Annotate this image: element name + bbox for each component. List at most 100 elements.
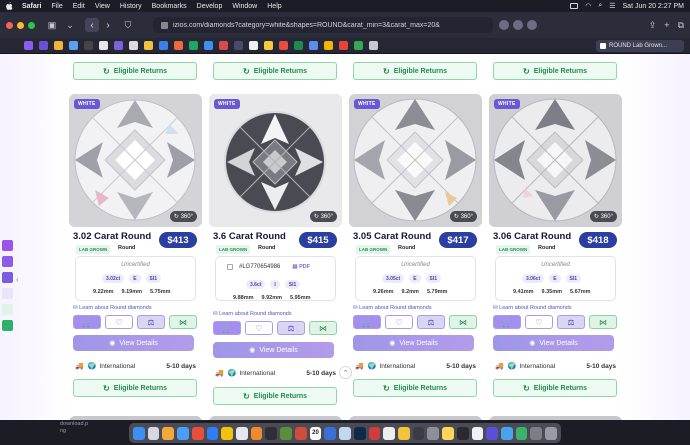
menu-safari[interactable]: Safari (22, 3, 41, 10)
compare-button[interactable]: ⚖ (557, 315, 585, 329)
menu-bookmarks[interactable]: Bookmarks (152, 3, 187, 10)
favorite-icon[interactable] (144, 41, 153, 50)
favorite-icon[interactable] (204, 41, 213, 50)
app-icon[interactable] (515, 426, 528, 440)
calendar-icon[interactable]: 20 (309, 426, 322, 440)
view-details-button[interactable]: ◉ View Details (213, 342, 334, 358)
control-center-icon[interactable]: ☰ (609, 2, 615, 10)
eligible-returns-button[interactable]: ↻ Eligible Returns (493, 62, 617, 80)
favorite-icon[interactable] (129, 41, 138, 50)
add-to-cart-button[interactable]: 🛒 (493, 315, 521, 329)
wishlist-button[interactable]: ♡ (245, 321, 273, 335)
app-icon[interactable] (471, 426, 484, 440)
favorite-icon[interactable] (354, 41, 363, 50)
wishlist-button[interactable]: ♡ (385, 315, 413, 329)
favorite-icon[interactable] (339, 41, 348, 50)
close-window-button[interactable] (6, 21, 13, 29)
view-details-button[interactable]: ◉ View Details (353, 335, 474, 351)
app-icon[interactable] (456, 426, 469, 440)
chrome-icon[interactable] (221, 426, 234, 440)
tool-icon[interactable] (1, 272, 13, 283)
wishlist-button[interactable]: ♡ (105, 315, 133, 329)
safari-icon[interactable] (206, 426, 219, 440)
chevron-left-icon[interactable]: ‹ (16, 275, 19, 284)
tab-overview-icon[interactable]: ⧉ (678, 20, 684, 31)
compare-button[interactable]: ⚖ (417, 315, 445, 329)
app-icon[interactable] (236, 426, 248, 440)
reader-icon[interactable] (513, 20, 523, 30)
tool-icon[interactable] (1, 240, 13, 251)
zoom-window-button[interactable] (28, 21, 35, 29)
menu-edit[interactable]: Edit (73, 3, 85, 10)
wifi-icon[interactable]: ◠ (585, 2, 591, 10)
rotate-360-button[interactable]: ↻ 360° (309, 211, 337, 222)
favorite-icon[interactable] (114, 41, 123, 50)
eligible-returns-button[interactable]: ↻ Eligible Returns (493, 379, 617, 397)
scroll-to-top-button[interactable]: ⌃ (339, 366, 352, 379)
chevron-down-icon[interactable]: ⌄ (63, 19, 77, 31)
photoshop-icon[interactable] (353, 426, 366, 440)
app-icon[interactable] (397, 426, 410, 440)
mail-icon[interactable] (177, 426, 189, 440)
rotate-360-button[interactable]: ↻ 360° (169, 211, 197, 222)
app-icon[interactable] (265, 426, 278, 440)
menu-history[interactable]: History (120, 3, 142, 10)
favorite-icon[interactable] (24, 41, 33, 50)
favorite-icon[interactable] (294, 41, 303, 50)
favorite-icon[interactable] (189, 41, 198, 50)
minimize-window-button[interactable] (17, 21, 24, 29)
product-title[interactable]: 3.06 Carat Round (493, 231, 571, 242)
forward-button[interactable]: › (101, 18, 115, 32)
tool-icon[interactable] (1, 304, 13, 315)
add-to-cart-button[interactable]: 🛒 (353, 315, 381, 329)
favorite-icon[interactable] (54, 41, 63, 50)
blender-icon[interactable] (250, 426, 263, 440)
app-icon[interactable] (294, 426, 307, 440)
address-url[interactable]: izios.com/diamonds?category=white&shapes… (173, 22, 440, 29)
product-title[interactable]: 3.05 Carat Round (353, 231, 431, 242)
app-icon[interactable] (368, 426, 381, 440)
menu-view[interactable]: View (95, 3, 110, 10)
battery-icon[interactable] (570, 3, 579, 9)
extension-icon[interactable] (499, 20, 509, 30)
diamond-image[interactable]: WHITE ↻ 360° (209, 94, 342, 227)
favorite-icon[interactable] (279, 41, 288, 50)
new-tab-icon[interactable]: + (664, 20, 669, 31)
menu-file[interactable]: File (51, 3, 62, 10)
back-button[interactable]: ‹ (85, 18, 99, 32)
favorite-icon[interactable] (39, 41, 48, 50)
finder-icon[interactable] (133, 426, 145, 440)
eligible-returns-button[interactable]: ↻ Eligible Returns (353, 62, 477, 80)
favorite-icon[interactable] (324, 41, 333, 50)
launchpad-icon[interactable] (147, 426, 160, 440)
certificate-checkbox[interactable] (227, 264, 233, 270)
favorite-icon[interactable] (309, 41, 318, 50)
app-icon[interactable] (324, 426, 337, 440)
app-icon[interactable] (339, 426, 351, 440)
learn-more-link[interactable]: ⛁ Learn about Round diamonds (493, 305, 572, 311)
share-button[interactable]: ⋈ (169, 315, 197, 329)
refresh-icon[interactable] (527, 20, 537, 30)
menu-help[interactable]: Help (267, 3, 281, 10)
menu-clock[interactable]: Sat Jun 20 2:27 PM (623, 3, 684, 10)
eligible-returns-button[interactable]: ↻ Eligible Returns (73, 62, 197, 80)
messages-icon[interactable] (191, 426, 204, 440)
eligible-returns-button[interactable]: ↻ Eligible Returns (73, 379, 197, 397)
search-icon[interactable]: ⌕ (598, 2, 602, 10)
sidebar-toggle-icon[interactable]: ▣ (45, 19, 59, 31)
rotate-360-button[interactable]: ↻ 360° (449, 211, 477, 222)
share-button[interactable]: ⋈ (449, 315, 477, 329)
desktop-file-label[interactable]: download.p ng (60, 421, 88, 435)
add-to-cart-button[interactable]: 🛒 (213, 321, 241, 335)
share-button[interactable]: ⋈ (309, 321, 337, 335)
tool-icon[interactable] (1, 288, 13, 299)
diamond-image[interactable]: WHITE ↻ 360° (489, 94, 622, 227)
eligible-returns-button[interactable]: ↻ Eligible Returns (353, 379, 477, 397)
favorite-icon[interactable] (264, 41, 273, 50)
app-icon[interactable] (500, 426, 513, 440)
app-icon[interactable] (530, 426, 543, 440)
learn-more-link[interactable]: ⛁ Learn about Round diamonds (73, 305, 152, 311)
menu-develop[interactable]: Develop (197, 3, 223, 10)
add-to-cart-button[interactable]: 🛒 (73, 315, 101, 329)
view-details-button[interactable]: ◉ View Details (493, 335, 614, 351)
